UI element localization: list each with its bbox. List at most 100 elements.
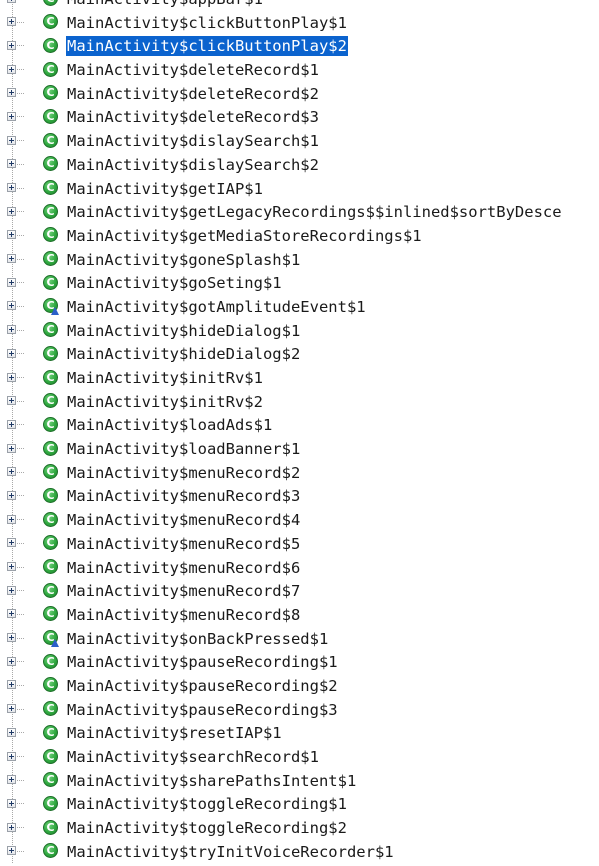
- tree-node[interactable]: C MainActivity$loadAds$1: [0, 413, 599, 437]
- expand-toggle-icon[interactable]: [7, 396, 16, 406]
- expand-toggle-icon[interactable]: [7, 585, 16, 595]
- expand-toggle-icon[interactable]: [7, 206, 16, 216]
- tree-node[interactable]: C MainActivity$menuRecord$6: [0, 556, 599, 580]
- tree-node-label[interactable]: MainActivity$getIAP$1: [66, 179, 264, 199]
- tree-node-label[interactable]: MainActivity$hideDialog$1: [66, 321, 301, 341]
- expand-toggle-icon[interactable]: [7, 64, 16, 74]
- tree-node[interactable]: C MainActivity$hideDialog$2: [0, 342, 599, 366]
- tree-node[interactable]: C MainActivity$initRv$2: [0, 390, 599, 414]
- tree-node-label[interactable]: MainActivity$initRv$2: [66, 392, 264, 412]
- tree-node[interactable]: C MainActivity$sharePathsIntent$1: [0, 769, 599, 793]
- expand-toggle-icon[interactable]: [7, 467, 16, 477]
- expand-toggle-icon[interactable]: [7, 254, 16, 264]
- expand-toggle-icon[interactable]: [7, 17, 16, 27]
- expand-toggle-icon[interactable]: [7, 775, 16, 785]
- tree-node[interactable]: C MainActivity$toggleRecording$1: [0, 792, 599, 816]
- tree-node[interactable]: C MainActivity$goneSplash$1: [0, 248, 599, 272]
- tree-node-label[interactable]: MainActivity$pauseRecording$1: [66, 652, 339, 672]
- tree-node[interactable]: C MainActivity$getMediaStoreRecordings$1: [0, 224, 599, 248]
- tree-node-label[interactable]: MainActivity$initRv$1: [66, 368, 264, 388]
- tree-node-label[interactable]: MainActivity$goSeting$1: [66, 273, 283, 293]
- tree-node[interactable]: C MainActivity$loadBanner$1: [0, 437, 599, 461]
- tree-node[interactable]: C MainActivity$pauseRecording$1: [0, 650, 599, 674]
- tree-node-label[interactable]: MainActivity$getMediaStoreRecordings$1: [66, 226, 423, 246]
- tree-node-label[interactable]: MainActivity$resetIAP$1: [66, 723, 283, 743]
- tree-node-label[interactable]: MainActivity$hideDialog$2: [66, 344, 301, 364]
- tree-node[interactable]: C MainActivity$goSeting$1: [0, 271, 599, 295]
- tree-node[interactable]: C MainActivity$menuRecord$8: [0, 603, 599, 627]
- tree-node-label[interactable]: MainActivity$menuRecord$5: [66, 534, 301, 554]
- tree-node-label[interactable]: MainActivity$menuRecord$4: [66, 510, 301, 530]
- tree-node-label[interactable]: MainActivity$menuRecord$8: [66, 605, 301, 625]
- expand-toggle-icon[interactable]: [7, 633, 16, 643]
- tree-node[interactable]: C MainActivity$pauseRecording$3: [0, 698, 599, 722]
- tree-node[interactable]: C MainActivity$dislaySearch$1: [0, 129, 599, 153]
- tree-node-label[interactable]: MainActivity$loadBanner$1: [66, 439, 301, 459]
- expand-toggle-icon[interactable]: [7, 301, 16, 311]
- tree-node[interactable]: C MainActivity$menuRecord$2: [0, 461, 599, 485]
- expand-toggle-icon[interactable]: [7, 419, 16, 429]
- tree-node-label[interactable]: MainActivity$pauseRecording$2: [66, 676, 339, 696]
- tree-node-label[interactable]: MainActivity$clickButtonPlay$2: [66, 36, 348, 57]
- tree-node-label[interactable]: MainActivity$tryInitVoiceRecorder$1: [66, 842, 395, 862]
- tree-node-label[interactable]: MainActivity$dislaySearch$2: [66, 155, 320, 175]
- tree-node[interactable]: C MainActivity$menuRecord$3: [0, 484, 599, 508]
- tree-node-label[interactable]: MainActivity$pauseRecording$3: [66, 700, 339, 720]
- expand-toggle-icon[interactable]: [7, 490, 16, 500]
- expand-toggle-icon[interactable]: [7, 159, 16, 169]
- tree-node[interactable]: C MainActivity$menuRecord$5: [0, 532, 599, 556]
- tree-node[interactable]: C MainActivity$clickButtonPlay$1: [0, 11, 599, 35]
- tree-node[interactable]: C MainActivity$hideDialog$1: [0, 319, 599, 343]
- expand-toggle-icon[interactable]: [7, 443, 16, 453]
- expand-toggle-icon[interactable]: [7, 846, 16, 856]
- tree-node[interactable]: C MainActivity$tryInitVoiceRecorder$1: [0, 840, 599, 864]
- tree-node[interactable]: C MainActivity$appBar$1: [0, 0, 599, 11]
- tree-node[interactable]: C MainActivity$getIAP$1: [0, 177, 599, 201]
- expand-toggle-icon[interactable]: [7, 0, 16, 3]
- tree-node-label[interactable]: MainActivity$searchRecord$1: [66, 747, 320, 767]
- tree-node-label[interactable]: MainActivity$menuRecord$6: [66, 558, 301, 578]
- tree-node-label[interactable]: MainActivity$goneSplash$1: [66, 250, 301, 270]
- expand-toggle-icon[interactable]: [7, 88, 16, 98]
- tree-node[interactable]: C MainActivity$dislaySearch$2: [0, 153, 599, 177]
- expand-toggle-icon[interactable]: [7, 111, 16, 121]
- tree-node[interactable]: C MainActivity$initRv$1: [0, 366, 599, 390]
- tree-node-label[interactable]: MainActivity$menuRecord$7: [66, 581, 301, 601]
- expand-toggle-icon[interactable]: [7, 751, 16, 761]
- tree-node[interactable]: C MainActivity$deleteRecord$3: [0, 105, 599, 129]
- tree-node-label[interactable]: MainActivity$menuRecord$3: [66, 486, 301, 506]
- expand-toggle-icon[interactable]: [7, 538, 16, 548]
- tree-node-label[interactable]: MainActivity$deleteRecord$3: [66, 107, 320, 127]
- expand-toggle-icon[interactable]: [7, 514, 16, 524]
- tree-node-label[interactable]: MainActivity$dislaySearch$1: [66, 131, 320, 151]
- expand-toggle-icon[interactable]: [7, 704, 16, 714]
- tree-node[interactable]: C MainActivity$deleteRecord$2: [0, 82, 599, 106]
- expand-toggle-icon[interactable]: [7, 40, 16, 50]
- tree-node-label[interactable]: MainActivity$deleteRecord$1: [66, 60, 320, 80]
- expand-toggle-icon[interactable]: [7, 727, 16, 737]
- tree-node[interactable]: C MainActivity$gotAmplitudeEvent$1: [0, 295, 599, 319]
- tree-node-label[interactable]: MainActivity$clickButtonPlay$1: [66, 13, 348, 33]
- tree-node-label[interactable]: MainActivity$loadAds$1: [66, 415, 273, 435]
- expand-toggle-icon[interactable]: [7, 372, 16, 382]
- expand-toggle-icon[interactable]: [7, 680, 16, 690]
- tree-node-label[interactable]: MainActivity$toggleRecording$1: [66, 794, 348, 814]
- tree-node-label[interactable]: MainActivity$menuRecord$2: [66, 463, 301, 483]
- expand-toggle-icon[interactable]: [7, 277, 16, 287]
- tree-node-label[interactable]: MainActivity$deleteRecord$2: [66, 84, 320, 104]
- tree-node-label[interactable]: MainActivity$toggleRecording$2: [66, 818, 348, 838]
- expand-toggle-icon[interactable]: [7, 562, 16, 571]
- tree-node[interactable]: C MainActivity$deleteRecord$1: [0, 58, 599, 82]
- tree-node[interactable]: C MainActivity$toggleRecording$2: [0, 816, 599, 840]
- tree-node[interactable]: C MainActivity$menuRecord$4: [0, 508, 599, 532]
- expand-toggle-icon[interactable]: [7, 822, 16, 832]
- tree-node-label[interactable]: MainActivity$onBackPressed$1: [66, 629, 329, 649]
- expand-toggle-icon[interactable]: [7, 183, 16, 192]
- expand-toggle-icon[interactable]: [7, 798, 16, 808]
- tree-node[interactable]: C MainActivity$menuRecord$7: [0, 579, 599, 603]
- expand-toggle-icon[interactable]: [7, 609, 16, 619]
- tree-node[interactable]: C MainActivity$searchRecord$1: [0, 745, 599, 769]
- tree-node-label[interactable]: MainActivity$sharePathsIntent$1: [66, 771, 357, 791]
- expand-toggle-icon[interactable]: [7, 135, 16, 145]
- expand-toggle-icon[interactable]: [7, 656, 16, 666]
